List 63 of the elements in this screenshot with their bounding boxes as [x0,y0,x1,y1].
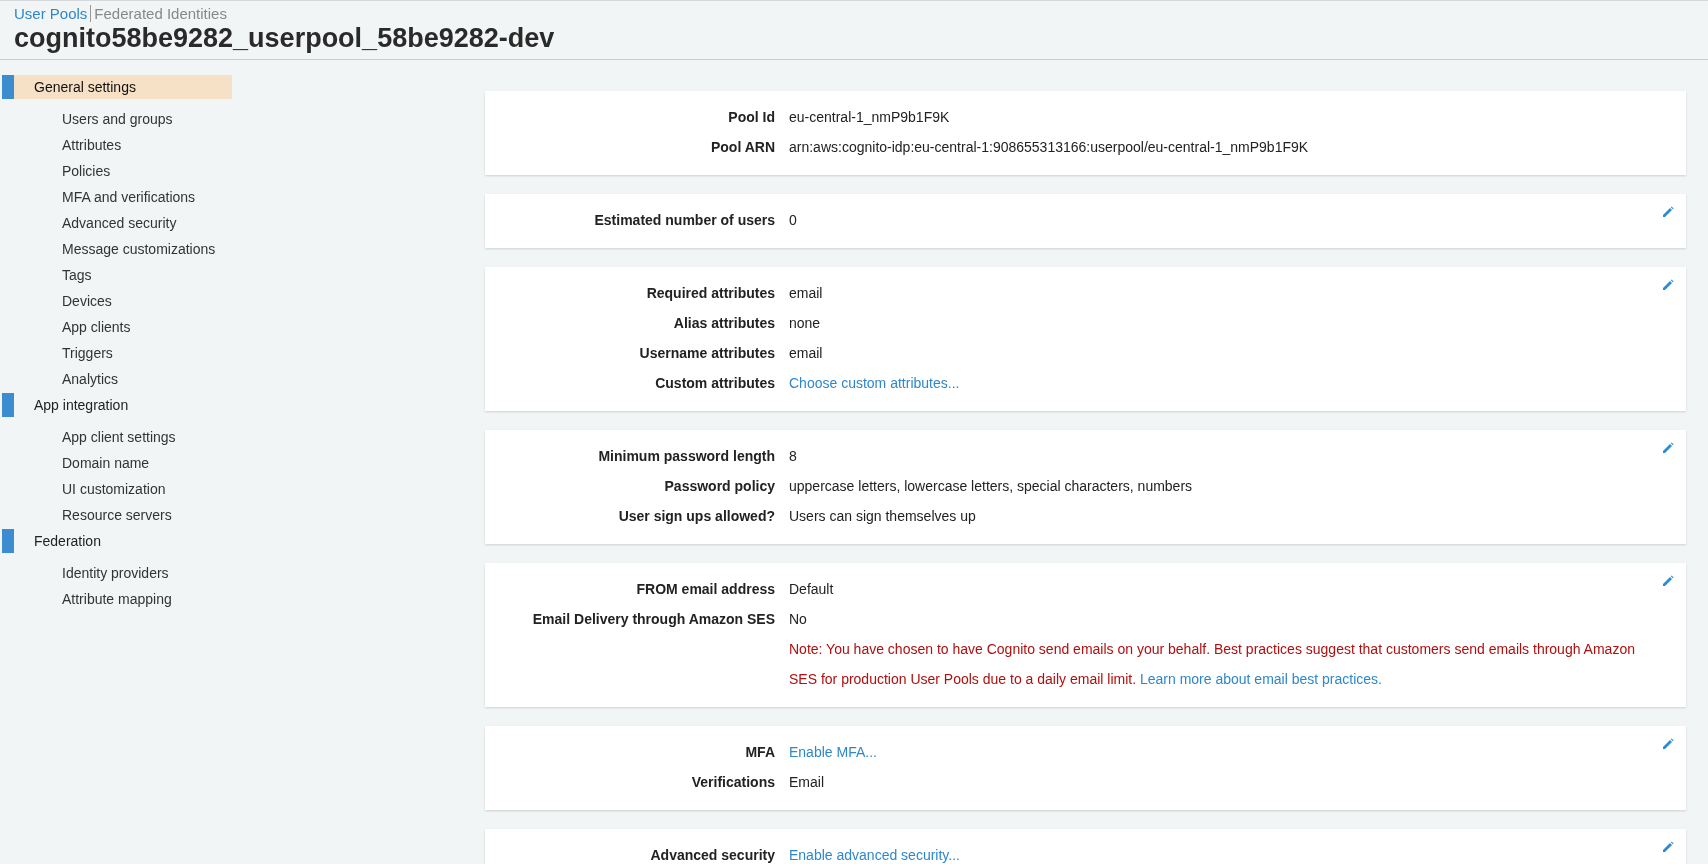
field-link[interactable]: Enable advanced security... [789,847,960,863]
pencil-icon[interactable] [1662,738,1674,750]
field-label: Pool Id [728,109,775,125]
sidebar-item[interactable]: UI customization [0,476,232,502]
sidebar-item[interactable]: Message customizations [0,236,232,262]
field-label: Required attributes [646,285,775,301]
field-label: Pool ARN [710,139,775,155]
sidebar-item[interactable]: Advanced security [0,210,232,236]
field-label: Custom attributes [655,375,775,391]
field-label: Alias attributes [673,315,775,331]
field-value: Default [789,580,834,599]
sidebar-item[interactable]: Attribute mapping [0,586,232,612]
sidebar-item[interactable]: MFA and verifications [0,184,232,210]
sidebar-item[interactable]: Attributes [0,132,232,158]
pencil-icon[interactable] [1662,841,1674,853]
sidebar-item[interactable]: Policies [0,158,232,184]
field-link[interactable]: Enable MFA... [789,744,877,760]
section-marker [2,529,14,553]
sidebar-item[interactable]: Domain name [0,450,232,476]
sidebar-item[interactable]: Triggers [0,340,232,366]
section-marker [2,75,14,99]
sidebar-item[interactable]: Users and groups [0,106,232,132]
field-label: Minimum password length [598,448,775,464]
sidebar-item[interactable]: Devices [0,288,232,314]
pencil-icon[interactable] [1662,442,1674,454]
field-value: 0 [789,211,797,230]
page-title: cognito58be9282_userpool_58be9282-dev [14,23,556,54]
learn-more-link[interactable]: Learn more about email best practices. [1139,671,1382,687]
field-value: 8 [789,447,797,466]
field-value: Users can sign themselves up [789,507,976,526]
field-value: Email [789,773,824,792]
sidebar-item[interactable]: Tags [0,262,232,288]
field-value: uppercase letters, lowercase letters, special characters, numbers [789,477,1193,496]
field-label: Verifications [691,774,775,790]
sidebar-item[interactable]: Resource servers [0,502,232,528]
sidebar-item[interactable]: Identity providers [0,560,232,586]
field-value: none [789,314,821,333]
field-value: No [789,610,807,629]
field-value: email [789,284,823,303]
field-value: arn:aws:cognito-idp:eu-central-1:908655313166:userpool/eu-central-1_nmP9b1F9K [789,138,1309,157]
field-label: User sign ups allowed? [618,508,775,524]
field-label: Password policy [664,478,775,494]
sidebar-section[interactable]: App integration [14,393,232,417]
field-value: eu-central-1_nmP9b1F9K [789,108,950,127]
sidebar-item[interactable]: App client settings [0,424,232,450]
field-label: FROM email address [636,581,775,597]
field-label: MFA [745,744,775,760]
field-value: email [789,344,823,363]
field-label: Estimated number of users [594,212,775,228]
field-label: Username attributes [639,345,775,361]
pencil-icon[interactable] [1662,279,1674,291]
sidebar-section[interactable]: General settings [14,75,232,99]
sidebar-item[interactable]: Analytics [0,366,232,392]
section-marker [2,393,14,417]
sidebar-item[interactable]: App clients [0,314,232,340]
breadcrumb-link[interactable]: User Pools [14,5,88,22]
warning-note: Note: You have chosen to have Cognito send emails on your behalf. Best practices suggest that customers send emails through Amazon SES for production User Pools due to a daily email limit. Learn more about email best practices. [789,640,1636,689]
field-label: Advanced security [650,847,775,863]
field-label: Email Delivery through Amazon SES [532,611,775,627]
pencil-icon[interactable] [1662,575,1674,587]
sidebar-section[interactable]: Federation [14,529,232,553]
pencil-icon[interactable] [1662,206,1674,218]
field-link[interactable]: Choose custom attributes... [789,375,960,391]
